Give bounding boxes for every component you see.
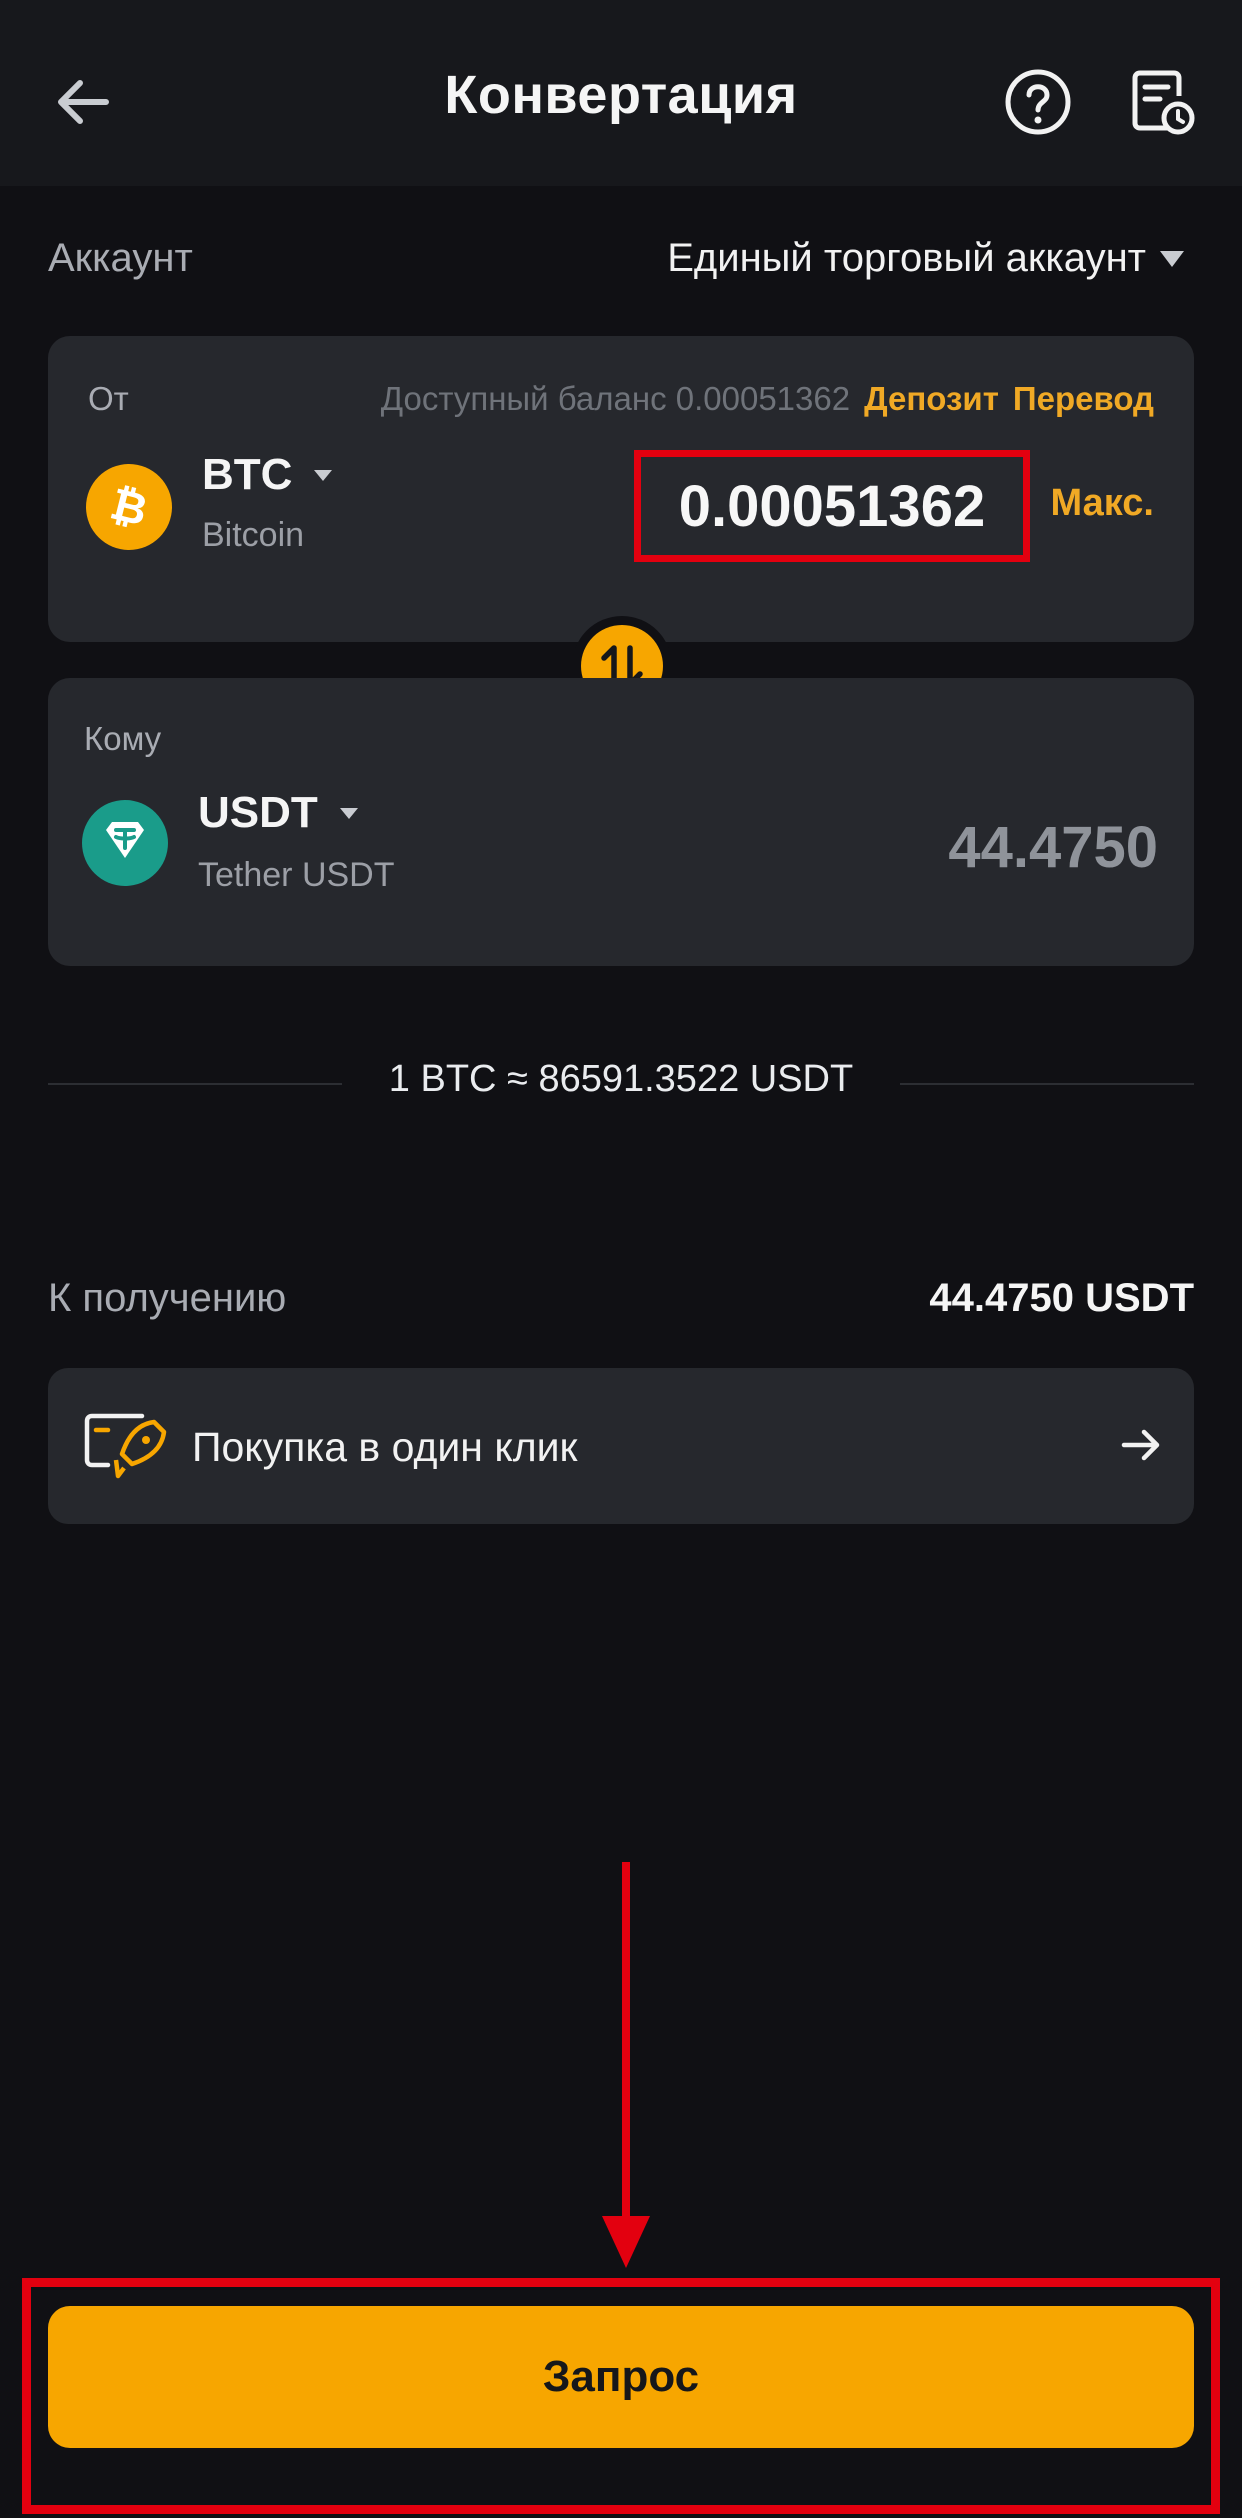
caret-down-icon xyxy=(339,807,358,819)
from-label: От xyxy=(88,380,129,417)
request-button[interactable]: Запрос xyxy=(48,2306,1194,2448)
account-value: Единый торговый аккаунт xyxy=(667,236,1146,280)
svg-text:₿: ₿ xyxy=(105,478,152,536)
from-coin-selector[interactable]: BTC xyxy=(202,450,333,500)
to-card: Кому USDT Tether USDT 44.4750 xyxy=(48,678,1194,966)
receive-label: К получению xyxy=(48,1276,287,1320)
to-label: Кому xyxy=(84,720,162,757)
help-icon[interactable] xyxy=(1002,66,1074,138)
to-coin-symbol: USDT xyxy=(198,788,318,837)
rocket-card-icon xyxy=(82,1410,170,1482)
receive-value: 44.4750 USDT xyxy=(929,1276,1194,1320)
caret-down-icon xyxy=(1160,250,1184,267)
from-amount-input[interactable]: 0.00051362 xyxy=(634,450,1030,562)
caret-down-icon xyxy=(314,469,333,481)
arrow-right-icon xyxy=(1116,1420,1166,1470)
exchange-rate: 1 BTC ≈ 86591.3522 USDT xyxy=(388,1058,854,1100)
account-label: Аккаунт xyxy=(48,236,193,280)
tether-icon xyxy=(82,800,168,886)
account-selector[interactable]: Единый торговый аккаунт xyxy=(667,236,1184,281)
balance-row: Доступный баланс 0.00051362 Депозит Пере… xyxy=(381,380,1154,418)
one-click-purchase-banner[interactable]: Покупка в один клик xyxy=(48,1368,1194,1524)
available-balance: Доступный баланс 0.00051362 xyxy=(380,380,851,417)
from-coin-symbol: BTC xyxy=(202,450,293,499)
annotation-arrow-icon xyxy=(596,1862,656,2272)
header: Конвертация xyxy=(0,0,1242,186)
from-coin-name: Bitcoin xyxy=(202,516,305,554)
one-click-label: Покупка в один клик xyxy=(192,1424,578,1470)
to-coin-selector[interactable]: USDT xyxy=(198,788,358,838)
convert-screen: Конвертация Аккаунт Единый торговый акка… xyxy=(0,0,1242,2518)
transfer-link[interactable]: Перевод xyxy=(1013,380,1154,418)
from-card: От Доступный баланс 0.00051362 Депозит П… xyxy=(48,336,1194,642)
max-button[interactable]: Макс. xyxy=(1051,482,1154,525)
to-coin-name: Tether USDT xyxy=(198,856,395,894)
history-icon[interactable] xyxy=(1126,66,1198,138)
bitcoin-icon: ₿ xyxy=(86,464,172,550)
deposit-link[interactable]: Депозит xyxy=(864,380,999,418)
to-amount: 44.4750 xyxy=(948,815,1158,880)
